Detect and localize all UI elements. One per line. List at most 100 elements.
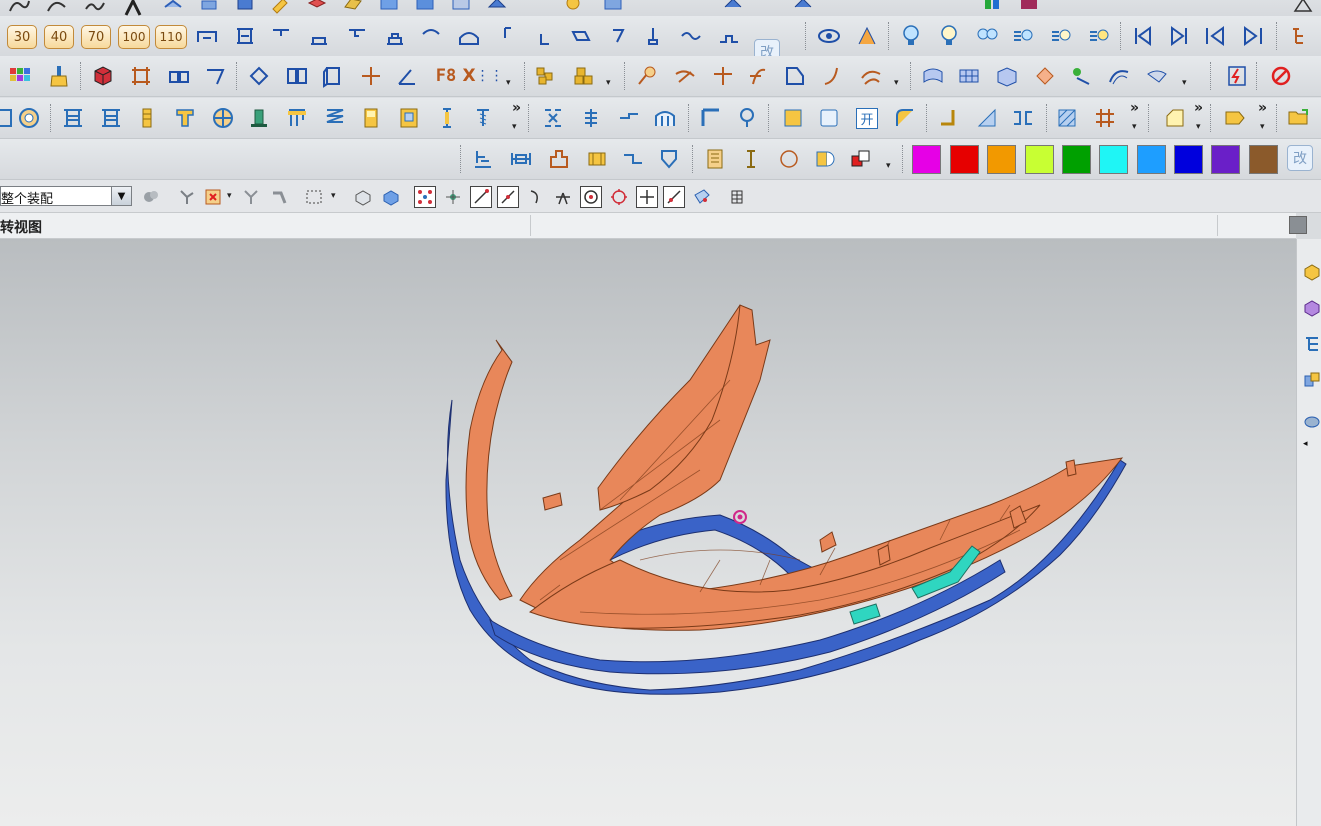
assembly-filter-select[interactable]: 整个装配 ▼: [0, 186, 132, 207]
layer-100-button[interactable]: 100: [118, 25, 150, 49]
chevron-down-icon[interactable]: ▼: [111, 187, 131, 205]
screw-icon[interactable]: [470, 105, 496, 131]
dropdown-arrow[interactable]: ▾: [512, 122, 517, 132]
color-swatch-brown[interactable]: [1249, 145, 1278, 174]
split-icon[interactable]: [578, 105, 604, 131]
bulb-icon-3[interactable]: [974, 23, 1000, 49]
corner-icon[interactable]: [698, 105, 724, 131]
grid-snap-icon[interactable]: [726, 186, 748, 208]
select-icon-4[interactable]: [268, 186, 290, 208]
color-swatch-orange[interactable]: [987, 145, 1016, 174]
round-pin-icon[interactable]: [734, 105, 760, 131]
bracket-icon-7[interactable]: [418, 23, 444, 49]
bulb-icon-4[interactable]: [1010, 23, 1036, 49]
center-snap-icon[interactable]: [580, 186, 602, 208]
profile-icon-2[interactable]: [508, 146, 534, 172]
bracket-icon-12[interactable]: [604, 23, 630, 49]
snap-icon-1[interactable]: [352, 186, 374, 208]
profile-icon-3[interactable]: [546, 146, 572, 172]
update-icon[interactable]: [1224, 63, 1250, 89]
bulb-icon-1[interactable]: [898, 23, 924, 49]
angle-icon[interactable]: [394, 63, 420, 89]
dropdown-arrow[interactable]: ▾: [227, 191, 232, 201]
profile-icon-5[interactable]: [620, 146, 646, 172]
analysis-icon-3[interactable]: [710, 63, 736, 89]
color-swatch-green[interactable]: [1062, 145, 1091, 174]
extrude-icon[interactable]: [320, 63, 346, 89]
layer-110-button[interactable]: 110: [155, 25, 187, 49]
stop-icon[interactable]: [1268, 63, 1294, 89]
dropdown-arrow[interactable]: ▾: [886, 161, 891, 171]
surface-icon-4[interactable]: [1032, 63, 1058, 89]
l-bracket-icon[interactable]: [936, 105, 962, 131]
color-swatch-red[interactable]: [950, 145, 979, 174]
filter-icon[interactable]: [140, 186, 162, 208]
bracket-icon-4[interactable]: [306, 23, 332, 49]
select-icon-1[interactable]: [176, 186, 198, 208]
layer-30-button[interactable]: 30: [7, 25, 37, 49]
bulb-icon-5[interactable]: [1048, 23, 1074, 49]
tree-icon[interactable]: [1288, 23, 1314, 49]
half-shape-icon[interactable]: [812, 146, 838, 172]
insert-icon[interactable]: [396, 105, 422, 131]
pillar-icon[interactable]: [134, 105, 160, 131]
first-view-icon[interactable]: [1130, 23, 1156, 49]
block-icon[interactable]: [358, 105, 384, 131]
bolt-icon[interactable]: [172, 105, 198, 131]
color-swatch-magenta[interactable]: [912, 145, 941, 174]
intersection-icon[interactable]: [552, 186, 574, 208]
endpoint-icon[interactable]: [470, 186, 492, 208]
assembly-icon-2[interactable]: [570, 63, 596, 89]
i-beam-icon[interactable]: [738, 146, 764, 172]
ring-icon[interactable]: [16, 105, 42, 131]
analysis-icon-6[interactable]: [820, 63, 846, 89]
join-icon[interactable]: [1010, 105, 1036, 131]
prev-view-icon[interactable]: [1202, 23, 1228, 49]
show-hide-icon[interactable]: [854, 23, 880, 49]
eye-icon[interactable]: [816, 23, 842, 49]
surface-icon-2[interactable]: [956, 63, 982, 89]
more-chevron[interactable]: »: [1130, 100, 1139, 116]
layer-70-button[interactable]: 70: [81, 25, 111, 49]
tag-icon[interactable]: [1222, 105, 1248, 131]
color-swatch-purple[interactable]: [1211, 145, 1240, 174]
fold-icon[interactable]: [202, 63, 228, 89]
midpoint-icon[interactable]: [497, 186, 519, 208]
shield-down-icon[interactable]: [656, 146, 682, 172]
bracket-icon-5[interactable]: [344, 23, 370, 49]
analysis-icon-7[interactable]: [858, 63, 884, 89]
ejector-icon[interactable]: [246, 105, 272, 131]
box-icon[interactable]: [166, 63, 192, 89]
analysis-icon-2[interactable]: [672, 63, 698, 89]
spring-icon[interactable]: [322, 105, 348, 131]
graphics-viewport[interactable]: [0, 239, 1296, 826]
color-grid-icon[interactable]: [7, 63, 33, 89]
folder-open-icon[interactable]: [1286, 105, 1312, 131]
dropdown-arrow[interactable]: ▾: [506, 78, 511, 88]
model-orange-left-arm[interactable]: [465, 339, 513, 601]
crosshair-icon[interactable]: [358, 63, 384, 89]
snap-points-icon[interactable]: [414, 186, 436, 208]
select-icon-2[interactable]: [202, 186, 224, 208]
box-select-icon[interactable]: [303, 186, 325, 208]
bracket-icon-11[interactable]: [568, 23, 594, 49]
partial-icon[interactable]: [0, 105, 16, 131]
surface-icon-3[interactable]: [994, 63, 1020, 89]
assembly-navigator-icon[interactable]: [1301, 261, 1321, 283]
plate-fill-icon[interactable]: [780, 105, 806, 131]
dropdown-arrow[interactable]: ▾: [606, 78, 611, 88]
color-swatch-blue[interactable]: [1174, 145, 1203, 174]
surface-icon-1[interactable]: [920, 63, 946, 89]
dropdown-arrow[interactable]: ▾: [1260, 122, 1265, 132]
color-swatch-sky-blue[interactable]: [1137, 145, 1166, 174]
bracket-icon-6[interactable]: [382, 23, 408, 49]
on-curve-icon[interactable]: [663, 186, 685, 208]
surface-icon-7[interactable]: [1144, 63, 1170, 89]
bracket-icon-13[interactable]: [640, 23, 666, 49]
pin-icon[interactable]: [434, 105, 460, 131]
next-view-icon[interactable]: [1166, 23, 1192, 49]
quadrant-icon[interactable]: [608, 186, 630, 208]
grid-icon[interactable]: [1092, 105, 1118, 131]
cooling-icon[interactable]: [616, 105, 642, 131]
snap-icon-3[interactable]: [442, 186, 464, 208]
